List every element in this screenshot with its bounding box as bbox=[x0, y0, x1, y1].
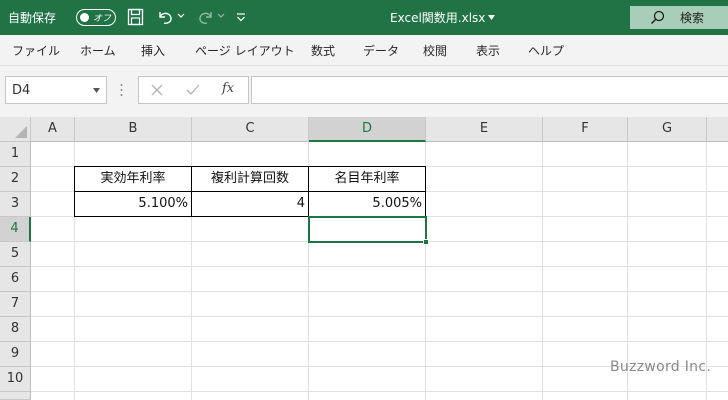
ribbon-tabs: ファイル ホーム 挿入 ページ レイアウト 数式 データ 校閲 表示 ヘルプ bbox=[0, 35, 728, 66]
search-label: 検索 bbox=[680, 11, 705, 25]
formula-buttons: fx bbox=[138, 76, 249, 104]
selected-cell-d4[interactable] bbox=[308, 216, 427, 243]
document-title[interactable]: Excel関数用.xlsx bbox=[390, 9, 485, 26]
tab-review[interactable]: 校閲 bbox=[423, 42, 447, 59]
row-header-10[interactable]: 10 bbox=[0, 367, 31, 392]
formula-input[interactable] bbox=[251, 76, 728, 104]
cell-b2[interactable]: 実効年利率 bbox=[74, 166, 192, 192]
gridline bbox=[31, 391, 728, 392]
insert-function-icon[interactable]: fx bbox=[222, 81, 234, 96]
row-header-1[interactable]: 1 bbox=[0, 142, 31, 167]
cell-c2[interactable]: 複利計算回数 bbox=[191, 166, 309, 192]
tab-data[interactable]: データ bbox=[363, 42, 399, 59]
cell-b3[interactable]: 5.100% bbox=[74, 191, 192, 217]
title-bar: 自動保存 オフ Excel関数用.xlsx 検索 bbox=[0, 0, 728, 35]
select-all-icon bbox=[15, 126, 27, 138]
column-header-e[interactable]: E bbox=[426, 117, 543, 142]
row-header-2[interactable]: 2 bbox=[0, 167, 31, 192]
cell-c3[interactable]: 4 bbox=[191, 191, 309, 217]
tab-file[interactable]: ファイル bbox=[12, 42, 60, 59]
name-box-value: D4 bbox=[12, 83, 31, 98]
redo-dropdown-icon[interactable] bbox=[217, 13, 225, 19]
worksheet-grid[interactable]: A B C D E F G 1 2 3 4 5 6 7 8 9 10 実効年利率… bbox=[0, 117, 728, 400]
autosave-toggle[interactable]: オフ bbox=[76, 9, 116, 26]
title-dropdown-icon[interactable] bbox=[488, 15, 495, 20]
enter-icon[interactable] bbox=[186, 84, 200, 96]
select-all-button[interactable] bbox=[0, 117, 31, 142]
row-header-8[interactable]: 8 bbox=[0, 317, 31, 342]
tab-view[interactable]: 表示 bbox=[476, 42, 500, 59]
toggle-knob bbox=[80, 12, 89, 22]
more-options-icon[interactable] bbox=[120, 83, 123, 97]
column-header-g[interactable]: G bbox=[628, 117, 707, 142]
customize-toolbar-icon[interactable] bbox=[236, 8, 246, 26]
row-header-7[interactable]: 7 bbox=[0, 292, 31, 317]
column-header-h[interactable] bbox=[707, 117, 728, 142]
formula-bar: D4 fx bbox=[0, 66, 728, 117]
undo-icon[interactable] bbox=[156, 8, 174, 26]
chevron-down-icon[interactable] bbox=[93, 88, 100, 93]
row-header-4[interactable]: 4 bbox=[0, 217, 31, 242]
row-header-5[interactable]: 5 bbox=[0, 242, 31, 267]
row-header-9[interactable]: 9 bbox=[0, 342, 31, 367]
save-icon[interactable] bbox=[127, 8, 144, 26]
row-header-11[interactable] bbox=[0, 392, 31, 400]
tab-home[interactable]: ホーム bbox=[80, 42, 116, 59]
column-header-f[interactable]: F bbox=[543, 117, 628, 142]
row-header-3[interactable]: 3 bbox=[0, 192, 31, 217]
column-header-b[interactable]: B bbox=[75, 117, 192, 142]
fill-handle[interactable] bbox=[423, 239, 429, 245]
column-header-a[interactable]: A bbox=[31, 117, 75, 142]
tab-insert[interactable]: 挿入 bbox=[141, 42, 165, 59]
tab-page-layout[interactable]: ページ レイアウト bbox=[195, 42, 295, 59]
row-header-6[interactable]: 6 bbox=[0, 267, 31, 292]
search-icon bbox=[651, 10, 665, 24]
autosave-state: オフ bbox=[93, 14, 112, 24]
undo-dropdown-icon[interactable] bbox=[177, 13, 185, 19]
search-box[interactable]: 検索 bbox=[630, 6, 728, 29]
cell-d3[interactable]: 5.005% bbox=[308, 191, 426, 217]
tab-help[interactable]: ヘルプ bbox=[528, 42, 564, 59]
gridline bbox=[542, 142, 543, 400]
cancel-icon[interactable] bbox=[151, 84, 163, 96]
column-header-c[interactable]: C bbox=[192, 117, 309, 142]
gridline bbox=[31, 266, 728, 267]
name-box[interactable]: D4 bbox=[5, 76, 107, 104]
gridline bbox=[31, 316, 728, 317]
redo-icon[interactable] bbox=[197, 8, 215, 26]
cell-d2[interactable]: 名目年利率 bbox=[308, 166, 426, 192]
tab-formulas[interactable]: 数式 bbox=[311, 42, 335, 59]
watermark: Buzzword Inc. bbox=[610, 359, 712, 375]
column-header-d[interactable]: D bbox=[309, 117, 426, 142]
gridline bbox=[31, 291, 728, 292]
gridline bbox=[31, 341, 728, 342]
autosave-label: 自動保存 bbox=[8, 11, 57, 25]
